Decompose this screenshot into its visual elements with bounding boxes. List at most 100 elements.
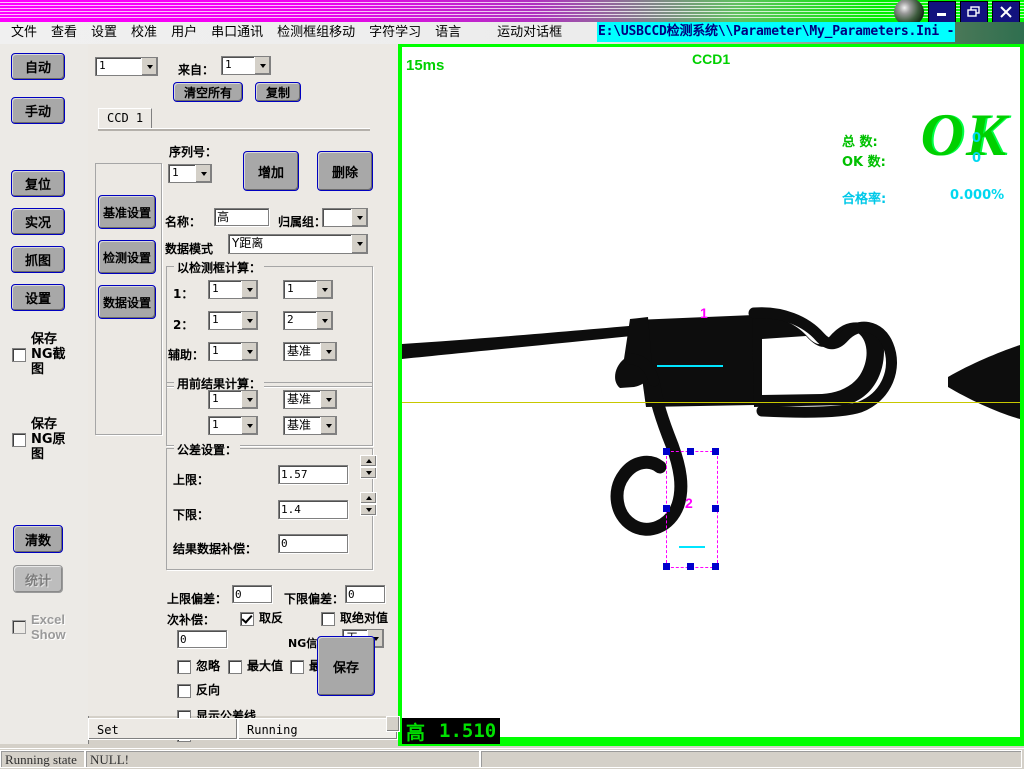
roi-box-1-line[interactable] [657,365,723,367]
max-box[interactable] [228,660,242,674]
save-button[interactable]: 保存 [317,636,375,696]
roi-handle-e[interactable] [712,505,719,512]
result-compensation-input[interactable]: 0 [278,534,348,553]
calc-row2-left-select[interactable]: 1 [208,311,258,330]
calc-row2-right-select[interactable]: 2 [283,311,333,330]
upper-limit-stepper[interactable] [360,455,377,479]
roi-handle-s[interactable] [687,563,694,570]
menu-item-motion-dialog[interactable]: 运动对话框 [490,24,569,42]
name-input[interactable]: 高 [214,208,269,226]
chevron-down-icon[interactable] [141,58,157,75]
clear-count-button[interactable]: 清数 [13,525,63,553]
detection-settings-button[interactable]: 检测设置 [98,240,156,274]
menu-item-language[interactable]: 语言 [428,24,468,42]
roi-handle-sw[interactable] [663,563,670,570]
reset-button[interactable]: 复位 [11,170,65,197]
prev-row2-left-select[interactable]: 1 [208,416,258,435]
roi-handle-n[interactable] [687,448,694,455]
upper-deviation-input[interactable]: 0 [232,585,272,603]
calc-aux-right-select[interactable]: 基准 [283,342,337,361]
lower-limit-input[interactable]: 1.4 [278,500,348,519]
reverse-box[interactable] [177,684,191,698]
roi-box-2-line[interactable] [679,546,705,548]
menu-item-user[interactable]: 用户 [164,24,204,42]
chevron-down-icon[interactable] [241,391,257,408]
lower-deviation-input[interactable]: 0 [345,585,385,603]
tab-ccd-1[interactable]: CCD 1 [98,108,152,128]
chevron-down-icon[interactable] [195,165,211,182]
stepper-up-icon[interactable] [360,492,377,504]
menu-item-view[interactable]: 查看 [44,24,84,42]
minimize-button[interactable] [928,1,956,22]
chevron-down-icon[interactable] [316,312,332,329]
menu-item-settings[interactable]: 设置 [84,24,124,42]
save-ng-screenshot-box[interactable] [12,348,26,362]
auto-button[interactable]: 自动 [11,53,65,80]
absolute-checkbox[interactable]: 取绝对值 [321,611,388,626]
ignore-box[interactable] [177,660,191,674]
chevron-down-icon[interactable] [320,391,336,408]
roi-handle-se[interactable] [712,563,719,570]
clear-all-button[interactable]: 清空所有 [173,82,243,102]
menu-item-calibration[interactable]: 校准 [124,24,164,42]
excel-show-box[interactable] [12,620,26,634]
copy-button[interactable]: 复制 [255,82,301,102]
chevron-down-icon[interactable] [241,417,257,434]
save-ng-original-checkbox[interactable]: 保存NG原图 [12,417,82,462]
menu-item-char-learning[interactable]: 字符学习 [362,24,428,42]
calc-row1-right-select[interactable]: 1 [283,280,333,299]
chevron-down-icon[interactable] [351,209,367,226]
data-settings-button[interactable]: 数据设置 [98,285,156,319]
invert-box[interactable] [240,612,254,626]
reverse-checkbox[interactable]: 反向 [177,683,220,698]
prev-row2-right-select[interactable]: 基准 [283,416,337,435]
chevron-down-icon[interactable] [241,281,257,298]
capture-button[interactable]: 抓图 [11,246,65,273]
chevron-down-icon[interactable] [320,417,336,434]
data-mode-select[interactable]: Y距离 [228,234,368,254]
stepper-down-icon[interactable] [360,504,377,516]
lower-limit-stepper[interactable] [360,492,377,516]
camera-image-frame[interactable]: 1 2 15ms CCD1 OK 总 数: 0 OK 数: 0 合格率: 0.0… [402,47,1020,737]
stepper-down-icon[interactable] [360,467,377,479]
sub-compensation-input[interactable]: 0 [177,630,227,648]
belong-group-select[interactable] [322,208,368,227]
roi-handle-ne[interactable] [712,448,719,455]
statistics-button[interactable]: 统计 [13,565,63,593]
menu-item-box-group-move[interactable]: 检测框组移动 [270,24,362,42]
min-box[interactable] [290,660,304,674]
absolute-box[interactable] [321,612,335,626]
serial-number-select[interactable]: 1 [168,164,212,183]
roi-handle-w[interactable] [663,505,670,512]
settings-button[interactable]: 设置 [11,284,65,311]
delete-button[interactable]: 删除 [317,151,373,191]
prev-row1-right-select[interactable]: 基准 [283,390,337,409]
max-checkbox[interactable]: 最大值 [228,659,283,674]
group-select[interactable]: 1 [95,57,158,76]
manual-button[interactable]: 手动 [11,97,65,124]
prev-row1-left-select[interactable]: 1 [208,390,258,409]
chevron-down-icon[interactable] [241,312,257,329]
add-button[interactable]: 增加 [243,151,299,191]
roi-handle-nw[interactable] [663,448,670,455]
chevron-down-icon[interactable] [316,281,332,298]
tab-set[interactable]: Set [88,718,238,740]
menu-item-file[interactable]: 文件 [4,24,44,42]
upper-limit-input[interactable]: 1.57 [278,465,348,484]
chevron-down-icon[interactable] [320,343,336,360]
menu-item-serial-comm[interactable]: 串口通讯 [204,24,270,42]
chevron-down-icon[interactable] [241,343,257,360]
live-view-button[interactable]: 实况 [11,208,65,235]
save-ng-original-box[interactable] [12,433,26,447]
reference-settings-button[interactable]: 基准设置 [98,195,156,229]
close-button[interactable] [992,1,1020,22]
excel-show-checkbox[interactable]: Excel Show [12,612,84,642]
stepper-up-icon[interactable] [360,455,377,467]
invert-checkbox[interactable]: 取反 [240,611,283,626]
save-ng-screenshot-checkbox[interactable]: 保存NG截图 [12,332,82,377]
chevron-down-icon[interactable] [254,57,270,74]
ignore-checkbox[interactable]: 忽略 [177,659,220,674]
from-select[interactable]: 1 [221,56,271,75]
tab-running[interactable]: Running [238,718,398,740]
calc-row1-left-select[interactable]: 1 [208,280,258,299]
